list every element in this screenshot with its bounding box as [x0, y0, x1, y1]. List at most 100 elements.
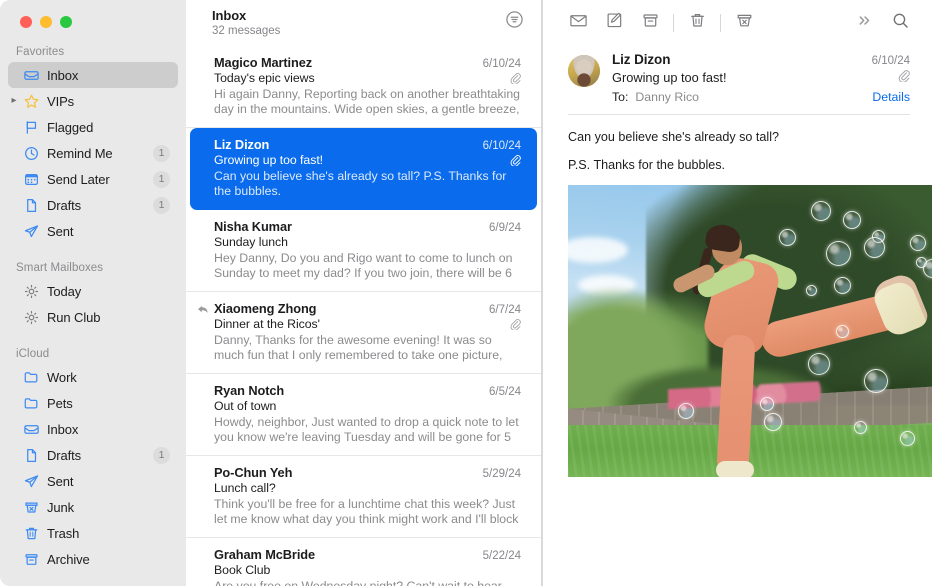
message-body: Can you believe she's already so tall? P… — [542, 115, 932, 477]
filter-button[interactable] — [501, 9, 527, 35]
bubble — [811, 201, 831, 221]
hair — [704, 223, 741, 253]
sidebar-item-drafts-icloud[interactable]: Drafts 1 — [8, 442, 178, 468]
unread-badge: 1 — [153, 171, 170, 188]
message-subject-row: Out of town — [214, 399, 521, 413]
message-subject-row: Dinner at the Ricos' — [214, 317, 521, 331]
toolbar — [542, 0, 932, 46]
minimize-button[interactable] — [40, 16, 52, 28]
bubble — [854, 421, 867, 434]
avatar-image — [568, 55, 600, 87]
message-date: 6/10/24 — [483, 140, 521, 152]
standing-shoe — [716, 461, 754, 477]
sidebar-item-label: Flagged — [47, 120, 93, 135]
table-row[interactable]: Liz Dizon 6/10/24 Growing up too fast! C… — [190, 128, 537, 210]
sidebar-item-label: Today — [47, 284, 81, 299]
body-paragraph: Can you believe she's already so tall? — [568, 129, 906, 146]
recipient-name: Danny Rico — [635, 90, 699, 104]
sidebar-item-remind-me[interactable]: Remind Me 1 — [8, 140, 178, 166]
message-list-header: Inbox 32 messages — [186, 0, 541, 46]
more-button[interactable] — [846, 8, 882, 38]
message-list-pane: Inbox 32 messages Magico Martinez 6/10/2… — [186, 0, 542, 586]
message-top-row: Liz Dizon 6/10/24 — [214, 137, 521, 152]
message-subject-row: Sunday lunch — [214, 235, 521, 249]
message-date: 5/29/24 — [483, 468, 521, 480]
archive-button[interactable] — [632, 8, 668, 38]
table-row[interactable]: Ryan Notch 6/5/24 Out of town Howdy, nei… — [186, 374, 541, 456]
sidebar-item-vips[interactable]: ▸ VIPs — [8, 88, 178, 114]
sidebar-item-run-club[interactable]: Run Club — [8, 304, 178, 330]
sidebar-item-label: Send Later — [47, 172, 110, 187]
details-link[interactable]: Details — [872, 90, 910, 104]
message-preview: Hey Danny, Do you and Rigo want to come … — [214, 251, 521, 281]
sidebar-section-smart-title: Smart Mailboxes — [0, 254, 186, 278]
sidebar-item-sent[interactable]: Sent — [8, 218, 178, 244]
message-preview: Are you free on Wednesday night? Can't w… — [214, 579, 521, 586]
message-subject: Today's epic views — [214, 71, 315, 85]
message-top-row: Xiaomeng Zhong 6/7/24 — [214, 301, 521, 316]
recipient-block: To: Danny Rico — [612, 90, 699, 104]
message-sender: Graham McBride — [214, 547, 315, 562]
sidebar-item-work[interactable]: Work — [8, 364, 178, 390]
pane-divider — [542, 0, 543, 586]
sidebar-item-today[interactable]: Today — [8, 278, 178, 304]
message-sender: Liz Dizon — [612, 52, 670, 67]
junk-button[interactable] — [726, 8, 762, 38]
message-subject: Sunday lunch — [214, 235, 288, 249]
reading-pane: Liz Dizon 6/10/24 Growing up too fast! T… — [542, 0, 932, 586]
sidebar-item-label: Remind Me — [47, 146, 113, 161]
sidebar-item-sent-icloud[interactable]: Sent — [8, 468, 178, 494]
bubble — [826, 241, 851, 266]
sidebar-item-send-later[interactable]: Send Later 1 — [8, 166, 178, 192]
toolbar-divider — [673, 14, 674, 32]
bubble — [678, 403, 694, 419]
message-top-row: Magico Martinez 6/10/24 — [214, 55, 521, 70]
chevron-right-icon[interactable]: ▸ — [9, 96, 19, 106]
sidebar-item-junk[interactable]: Junk — [8, 494, 178, 520]
flag-icon — [22, 118, 40, 136]
table-row[interactable]: Po-Chun Yeh 5/29/24 Lunch call? Think yo… — [186, 456, 541, 538]
bubble — [900, 431, 915, 446]
spacer — [0, 330, 186, 340]
mark-unread-button[interactable] — [560, 8, 596, 38]
sidebar-item-inbox[interactable]: Inbox — [8, 62, 178, 88]
compose-button[interactable] — [596, 8, 632, 38]
delete-button[interactable] — [679, 8, 715, 38]
message-date: 6/9/24 — [489, 222, 521, 234]
trash-icon — [688, 11, 707, 35]
sidebar-item-drafts[interactable]: Drafts 1 — [8, 192, 178, 218]
star-icon — [22, 92, 40, 110]
table-row[interactable]: Nisha Kumar 6/9/24 Sunday lunch Hey Dann… — [186, 210, 541, 292]
inbox-icon — [22, 66, 40, 84]
document-icon — [22, 196, 40, 214]
table-row[interactable]: Magico Martinez 6/10/24 Today's epic vie… — [186, 46, 541, 128]
zoom-button[interactable] — [60, 16, 72, 28]
archive-icon — [22, 550, 40, 568]
envelope-icon — [569, 11, 588, 35]
bubble — [834, 277, 851, 294]
window-controls — [0, 0, 186, 38]
message-sender: Xiaomeng Zhong — [214, 301, 316, 316]
sidebar-item-label: Run Club — [47, 310, 100, 325]
sidebar-item-inbox-icloud[interactable]: Inbox — [8, 416, 178, 442]
message-date: 6/7/24 — [489, 304, 521, 316]
sidebar-item-label: Sent — [47, 474, 73, 489]
sidebar-item-pets[interactable]: Pets — [8, 390, 178, 416]
table-row[interactable]: Xiaomeng Zhong 6/7/24 Dinner at the Rico… — [186, 292, 541, 374]
message-list[interactable]: Magico Martinez 6/10/24 Today's epic vie… — [186, 46, 541, 586]
message-preview: Think you'll be free for a lunchtime cha… — [214, 497, 521, 527]
message-sender: Ryan Notch — [214, 383, 284, 398]
sidebar-item-trash[interactable]: Trash — [8, 520, 178, 546]
sidebar-item-label: Junk — [47, 500, 74, 515]
avatar — [568, 55, 600, 87]
attachment-image[interactable] — [568, 185, 932, 477]
sidebar-item-archive[interactable]: Archive — [8, 546, 178, 572]
close-button[interactable] — [20, 16, 32, 28]
search-button[interactable] — [882, 8, 918, 38]
sidebar-item-label: Inbox — [47, 68, 78, 83]
table-row[interactable]: Graham McBride 5/22/24 Book Club Are you… — [186, 538, 541, 586]
replied-arrow-icon — [196, 303, 209, 321]
message-preview: Can you believe she's already so tall? P… — [214, 169, 521, 199]
sidebar-item-flagged[interactable]: Flagged — [8, 114, 178, 140]
to-label: To: — [612, 90, 628, 104]
